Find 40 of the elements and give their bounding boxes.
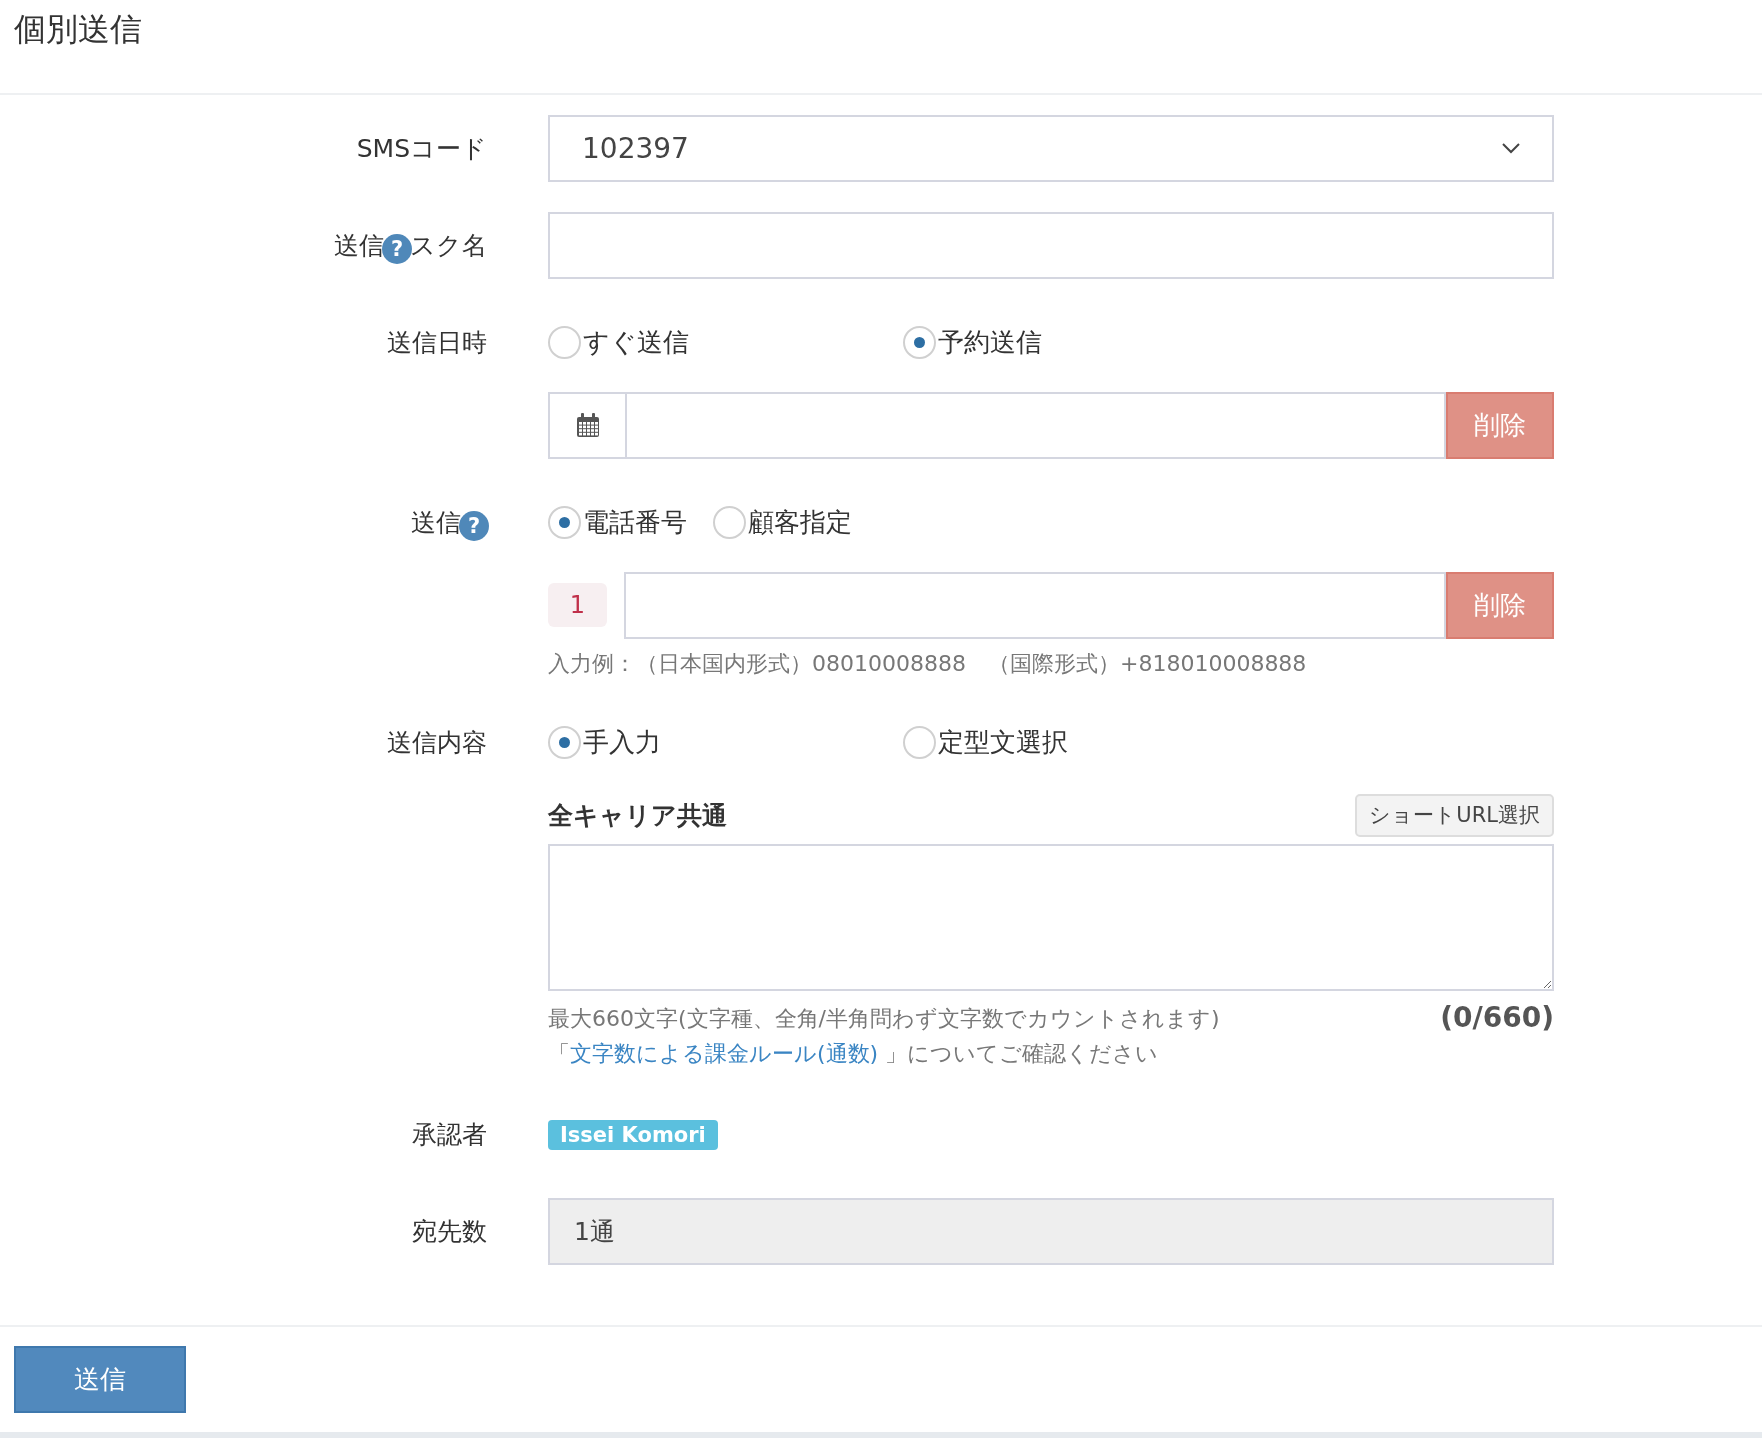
section-heading: 全キャリア共通 (548, 799, 727, 832)
approver-tag: Issei Komori (548, 1119, 718, 1150)
character-counter: (0/660) (1440, 1001, 1554, 1034)
chevron-down-icon (1502, 143, 1520, 154)
radio-option[interactable]: 予約送信 (903, 325, 1042, 360)
help-icon[interactable]: ? (382, 233, 412, 264)
date-field[interactable] (625, 392, 1446, 459)
radio-button[interactable] (713, 506, 746, 539)
input-example: 入力例：（日本国内形式）08010008888 （国際形式）+818010008888 (548, 650, 1308, 678)
calendar-icon (575, 413, 600, 438)
link[interactable]: 文字数による課金ルール(通数) (570, 1041, 879, 1066)
radio-button[interactable] (548, 326, 581, 359)
radio-button[interactable] (903, 326, 936, 359)
field-label: 送信日時 (387, 327, 487, 359)
field-label: 送信 (334, 230, 384, 262)
select-field[interactable]: 102397 (548, 115, 1554, 182)
radio-option[interactable]: 定型文選択 (903, 725, 1068, 760)
field-label: 承認者 (412, 1119, 487, 1151)
field-label: 送信内容 (387, 727, 487, 759)
phone-field[interactable] (624, 572, 1446, 639)
message-field[interactable] (548, 844, 1554, 991)
field-label: SMSコード (356, 133, 487, 165)
note-text: 最大660文字(文字種、全角/半角問わず文字数でカウントされます) 「文字数による課金ルール(通数) 」についてご確認ください (548, 1005, 1221, 1068)
radio-option[interactable]: 手入力 (548, 725, 903, 760)
field-label: 送信 (411, 507, 461, 539)
radio-option[interactable]: すぐ送信 (548, 325, 903, 360)
field-label: スク名 (410, 230, 487, 262)
row-number: 1 (548, 583, 607, 627)
radio-button[interactable] (548, 726, 581, 759)
radio-option[interactable]: 顧客指定 (713, 505, 852, 540)
submit-button[interactable]: 送信 (14, 1346, 186, 1413)
short-url-button[interactable]: ショートURL選択 (1355, 793, 1554, 837)
radio-option[interactable]: 電話番号 (548, 505, 687, 540)
field-label: 宛先数 (412, 1216, 487, 1248)
input-field[interactable] (548, 212, 1554, 279)
recipient-count-field: 1通 (548, 1198, 1554, 1265)
page-title: 個別送信 (14, 9, 143, 50)
radio-button[interactable] (903, 726, 936, 759)
help-icon[interactable]: ? (459, 510, 489, 541)
radio-button[interactable] (548, 506, 581, 539)
